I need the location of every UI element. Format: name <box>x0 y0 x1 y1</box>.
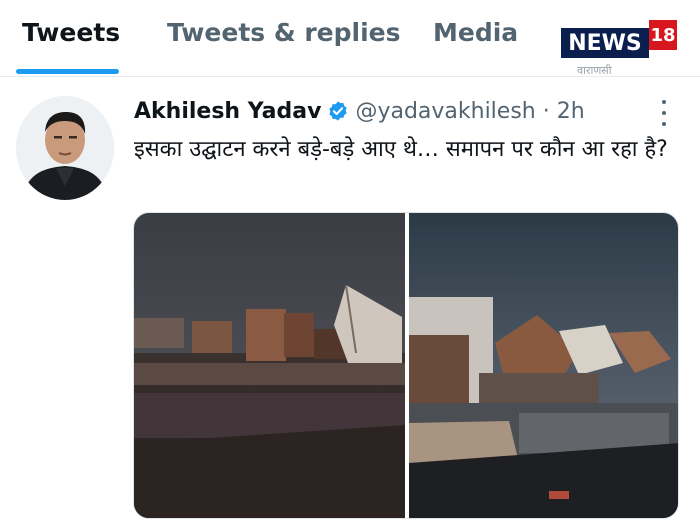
tweet-text: इसका उद्घाटन करने बड़े-बड़े आए थे… समापन… <box>134 137 668 162</box>
tweet-media[interactable] <box>133 212 679 519</box>
logo-number: 18 <box>649 20 677 50</box>
more-options-icon[interactable] <box>656 100 672 126</box>
news18-watermark-logo: NEWS 18 वाराणसी <box>559 18 677 77</box>
tweet-header: Akhilesh Yadav @yadavakhilesh · 2h <box>134 96 585 126</box>
author-name[interactable]: Akhilesh Yadav <box>134 99 321 124</box>
active-tab-indicator <box>16 69 119 74</box>
avatar-image <box>16 96 114 200</box>
photo-left[interactable] <box>134 213 405 519</box>
verified-badge-icon <box>329 101 348 121</box>
tab-media[interactable]: Media <box>433 18 518 47</box>
avatar[interactable] <box>16 96 114 200</box>
photo-right[interactable] <box>409 213 679 519</box>
logo-subtitle: वाराणसी <box>577 64 612 77</box>
tab-tweets[interactable]: Tweets <box>22 18 120 47</box>
logo-word: NEWS <box>568 30 642 56</box>
author-handle-and-time[interactable]: @yadavakhilesh · 2h <box>355 99 584 124</box>
logo-box: NEWS <box>559 26 651 60</box>
tab-tweets-and-replies[interactable]: Tweets & replies <box>167 18 401 47</box>
